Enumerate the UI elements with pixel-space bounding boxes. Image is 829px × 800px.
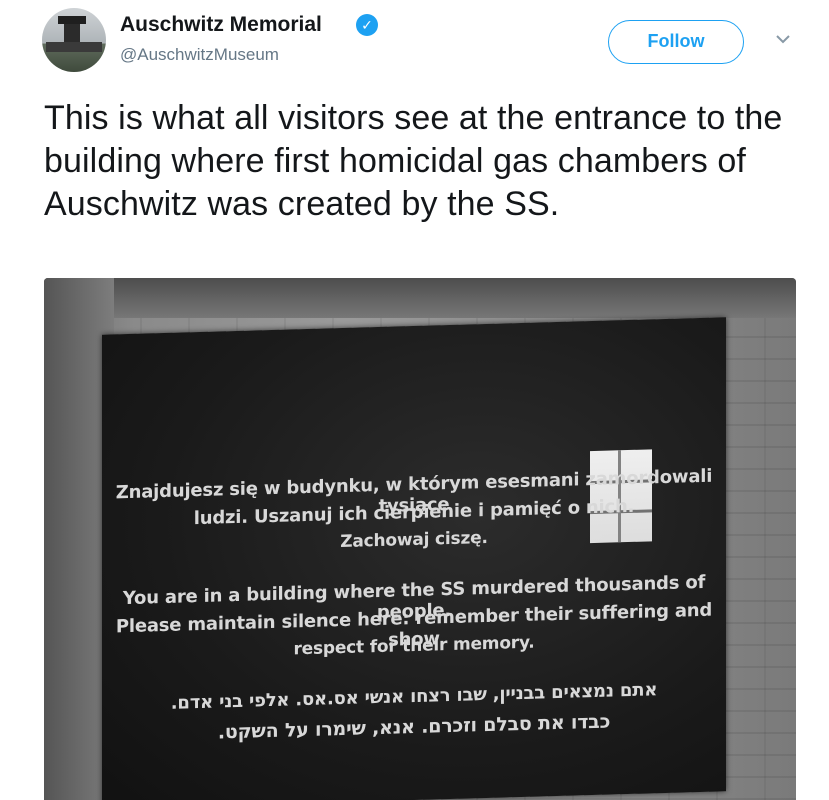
tweet-header: Auschwitz Memorial ✓ @AuschwitzMuseum Fo…	[0, 0, 829, 90]
plaque-hebrew-line-2: כבדו את סבלם וזכרם. אנא, שימרו על השקט.	[217, 710, 611, 744]
author-name[interactable]: Auschwitz Memorial	[120, 13, 322, 37]
tweet-photo[interactable]: Znajdujesz się w budynku, w którym esesm…	[44, 278, 796, 800]
verified-badge-icon: ✓	[356, 14, 378, 36]
chevron-down-icon[interactable]	[772, 28, 794, 50]
follow-button[interactable]: Follow	[608, 20, 744, 64]
tweet-text: This is what all visitors see at the ent…	[44, 99, 783, 223]
author-handle[interactable]: @AuschwitzMuseum	[120, 45, 279, 65]
avatar-gate-wing	[46, 42, 102, 52]
photo-ceiling	[44, 278, 796, 318]
avatar[interactable]	[42, 8, 106, 72]
memorial-plaque: Znajdujesz się w budynku, w którym esesm…	[102, 317, 726, 800]
